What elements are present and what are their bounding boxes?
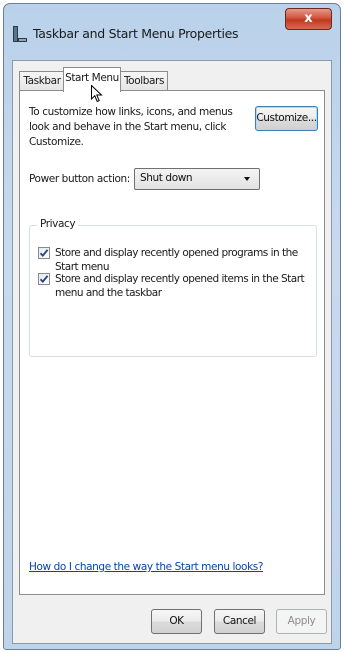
dropdown-arrow-icon: [244, 177, 250, 181]
recent-programs-checkbox[interactable]: [38, 247, 50, 259]
dialog-client-area: Taskbar Start Menu Toolbars To customize…: [12, 60, 332, 644]
power-button-label: Power button action:: [29, 173, 130, 185]
apply-button[interactable]: Apply: [276, 609, 327, 634]
tab-taskbar[interactable]: Taskbar: [19, 71, 65, 91]
recent-items-option[interactable]: Store and display recently opened items …: [38, 272, 310, 302]
privacy-group: Privacy Store and display recently opene…: [29, 218, 317, 357]
recent-items-checkbox[interactable]: [38, 273, 50, 285]
window-title: Taskbar and Start Menu Properties: [33, 26, 239, 41]
power-button-action-select[interactable]: Shut down: [134, 168, 260, 190]
tab-toolbars[interactable]: Toolbars: [120, 71, 168, 91]
taskbar-app-icon: [13, 26, 27, 42]
ok-button[interactable]: OK: [151, 609, 202, 634]
checkmark-icon: [39, 249, 49, 257]
start-menu-tab-panel: To customize how links, icons, and menus…: [19, 90, 325, 595]
checkmark-icon: [39, 275, 49, 283]
recent-programs-option[interactable]: Store and display recently opened progra…: [38, 246, 310, 273]
close-button[interactable]: x: [285, 8, 332, 30]
properties-dialog: Taskbar and Start Menu Properties x Task…: [3, 3, 341, 650]
start-menu-help-link[interactable]: How do I change the way the Start menu l…: [29, 561, 263, 573]
power-button-action-value: Shut down: [140, 172, 193, 184]
recent-items-label: Store and display recently opened items …: [55, 273, 305, 299]
cancel-button[interactable]: Cancel: [214, 609, 265, 634]
customize-description: To customize how links, icons, and menus…: [29, 106, 233, 148]
close-icon: x: [304, 11, 313, 26]
customize-button[interactable]: Customize...: [255, 106, 318, 131]
title-bar[interactable]: Taskbar and Start Menu Properties x: [4, 4, 340, 60]
privacy-legend: Privacy: [37, 218, 79, 230]
recent-programs-label: Store and display recently opened progra…: [55, 247, 298, 273]
mouse-pointer-icon: [91, 84, 103, 107]
